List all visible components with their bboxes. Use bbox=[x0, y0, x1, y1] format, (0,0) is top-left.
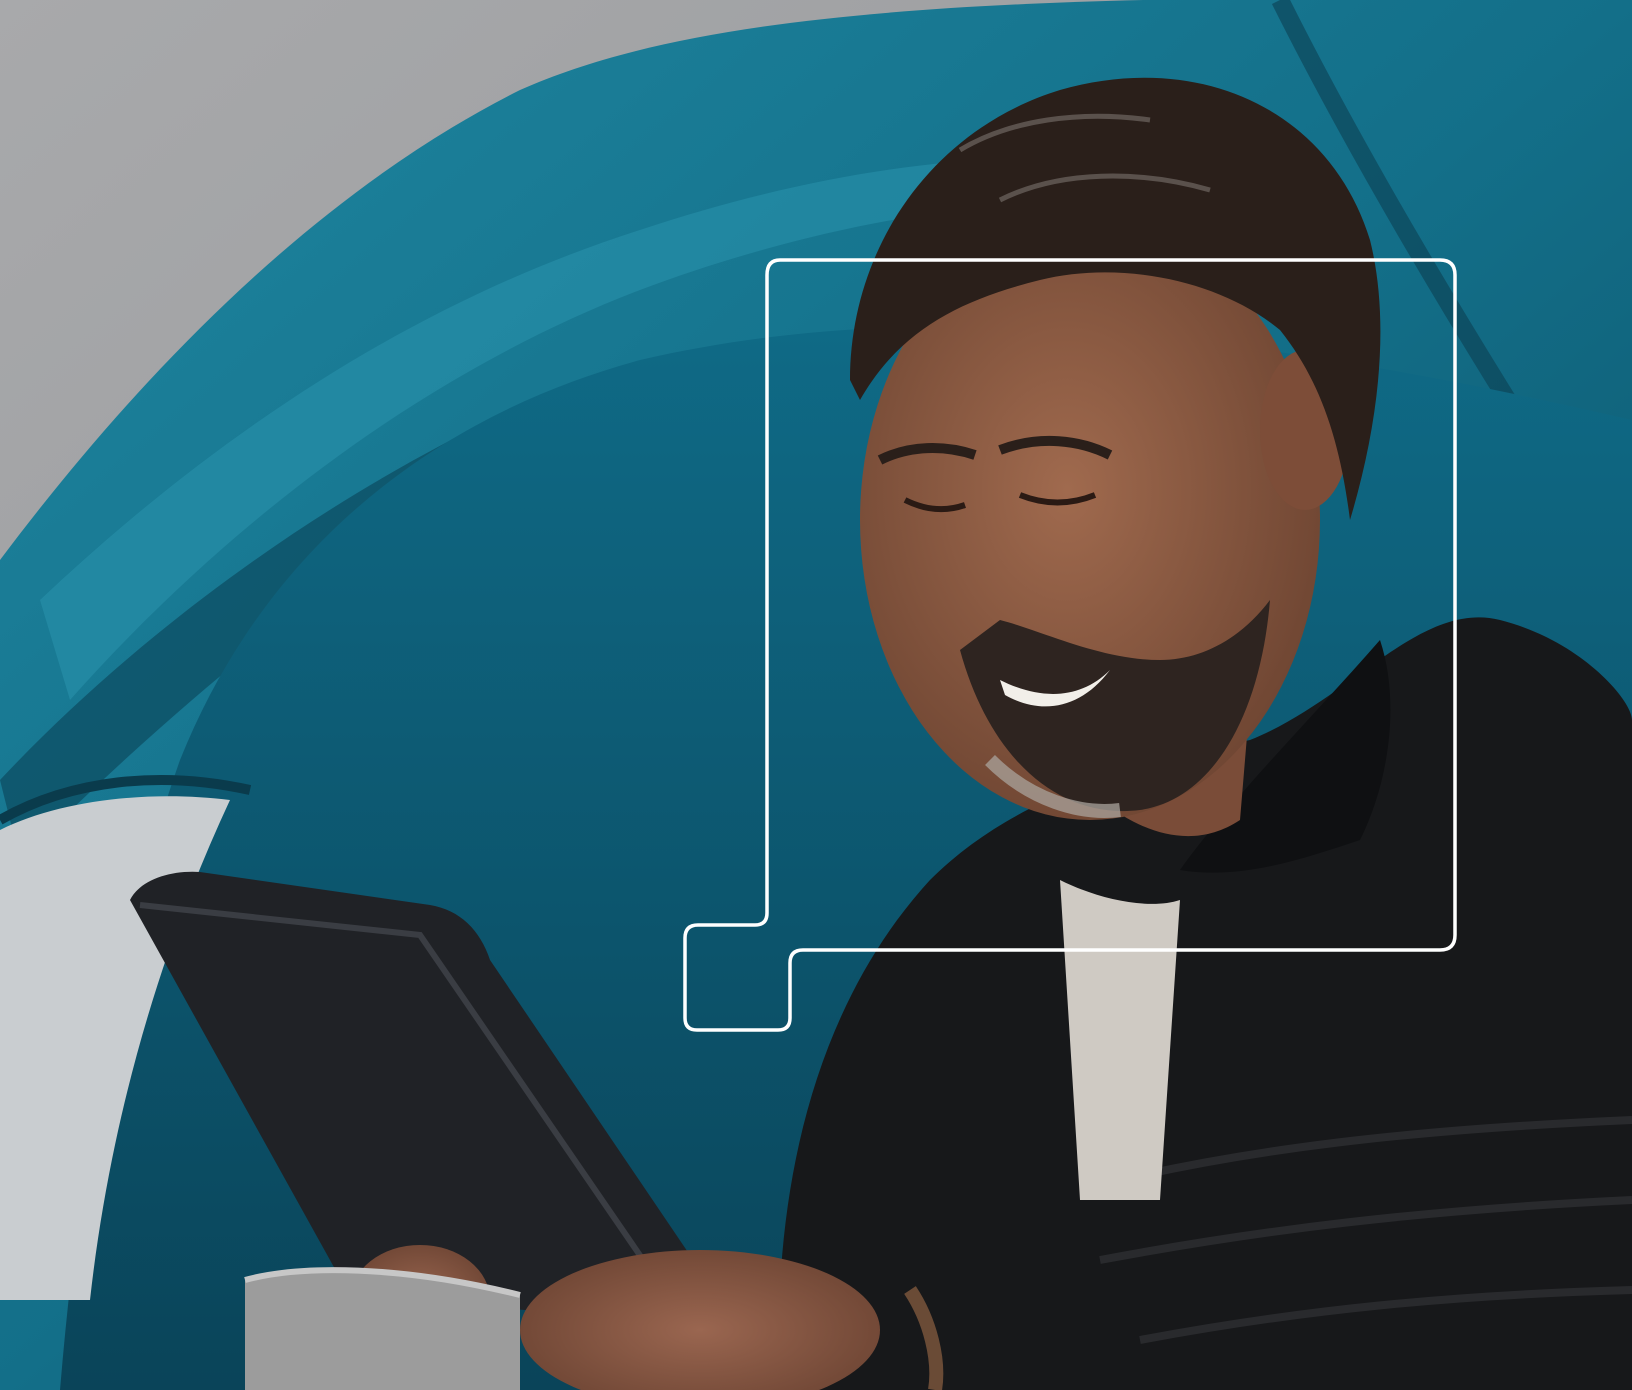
photo-canvas bbox=[0, 0, 1632, 1390]
camping-photo bbox=[0, 0, 1632, 1390]
man-shirt bbox=[1060, 880, 1180, 1200]
